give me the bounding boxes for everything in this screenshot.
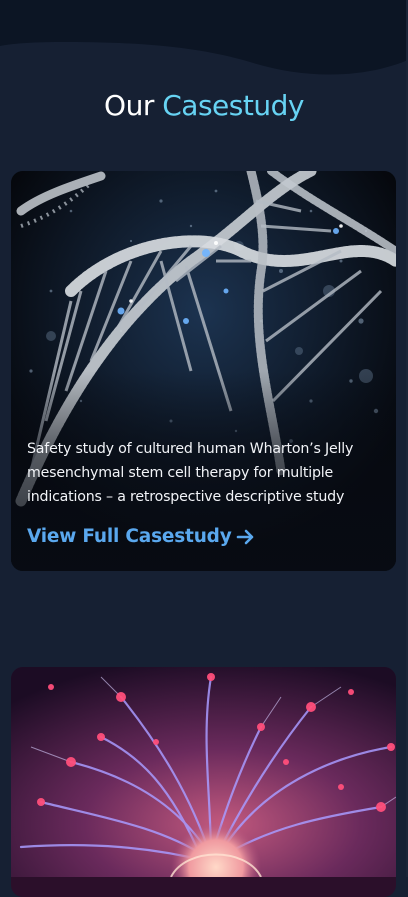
view-full-casestudy-link[interactable]: View Full Casestudy bbox=[27, 526, 256, 547]
neuron-network-image bbox=[11, 667, 396, 877]
casestudy-card[interactable]: Safety study of cultured human Wharton’s… bbox=[11, 171, 396, 571]
title-word-our: Our bbox=[104, 89, 154, 122]
casestudy-card-2[interactable] bbox=[11, 667, 396, 897]
section-title: Our Casestudy bbox=[0, 86, 408, 126]
casestudy-description: Safety study of cultured human Wharton’s… bbox=[27, 441, 354, 505]
view-full-casestudy-label: View Full Casestudy bbox=[27, 526, 232, 547]
arrow-right-icon bbox=[236, 529, 253, 544]
title-word-casestudy: Casestudy bbox=[162, 89, 304, 122]
header-wave bbox=[0, 0, 408, 75]
